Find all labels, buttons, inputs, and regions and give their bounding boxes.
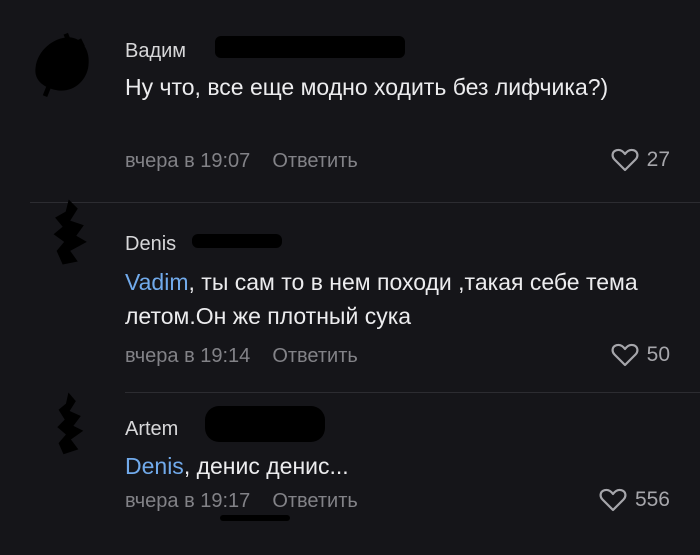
avatar[interactable] [40,198,108,266]
divider [125,392,700,393]
like-count: 27 [646,148,670,171]
reply-button[interactable]: Ответить [272,490,358,512]
avatar[interactable] [40,390,108,458]
comment-text: Denis, денис денис... [125,453,349,479]
mention-link[interactable]: Vadim [125,269,189,295]
like-button[interactable]: 50 [611,343,670,367]
comment-time: вчера в 19:14 [125,345,251,367]
like-button[interactable]: 556 [599,488,670,512]
comment-meta: вчера в 19:07 Ответить [125,150,358,173]
mention-link[interactable]: Denis [125,453,184,479]
reply-button[interactable]: Ответить [272,150,358,172]
heart-icon [599,488,627,512]
redaction-mark [215,36,405,58]
comment-meta: вчера в 19:14 Ответить [125,345,358,368]
redaction-mark [192,234,282,248]
avatar[interactable] [28,30,96,98]
comment-meta: вчера в 19:17 Ответить [125,490,358,513]
comment-text: Ну что, все еще модно ходить без лифчика… [125,74,609,100]
author-name[interactable]: Artem [125,418,178,441]
like-count: 556 [634,488,670,511]
divider [30,202,700,203]
comment-time: вчера в 19:17 [125,490,251,512]
like-count: 50 [646,343,670,366]
author-name[interactable]: Denis [125,233,176,256]
comment-time: вчера в 19:07 [125,150,251,172]
redaction-mark [220,515,290,521]
like-button[interactable]: 27 [611,148,670,172]
author-name[interactable]: Вадим [125,40,186,63]
heart-icon [611,148,639,172]
reply-button[interactable]: Ответить [272,345,358,367]
comment-text: Vadim, ты сам то в нем походи ,такая себ… [125,269,638,329]
redaction-mark [205,406,325,442]
heart-icon [611,343,639,367]
